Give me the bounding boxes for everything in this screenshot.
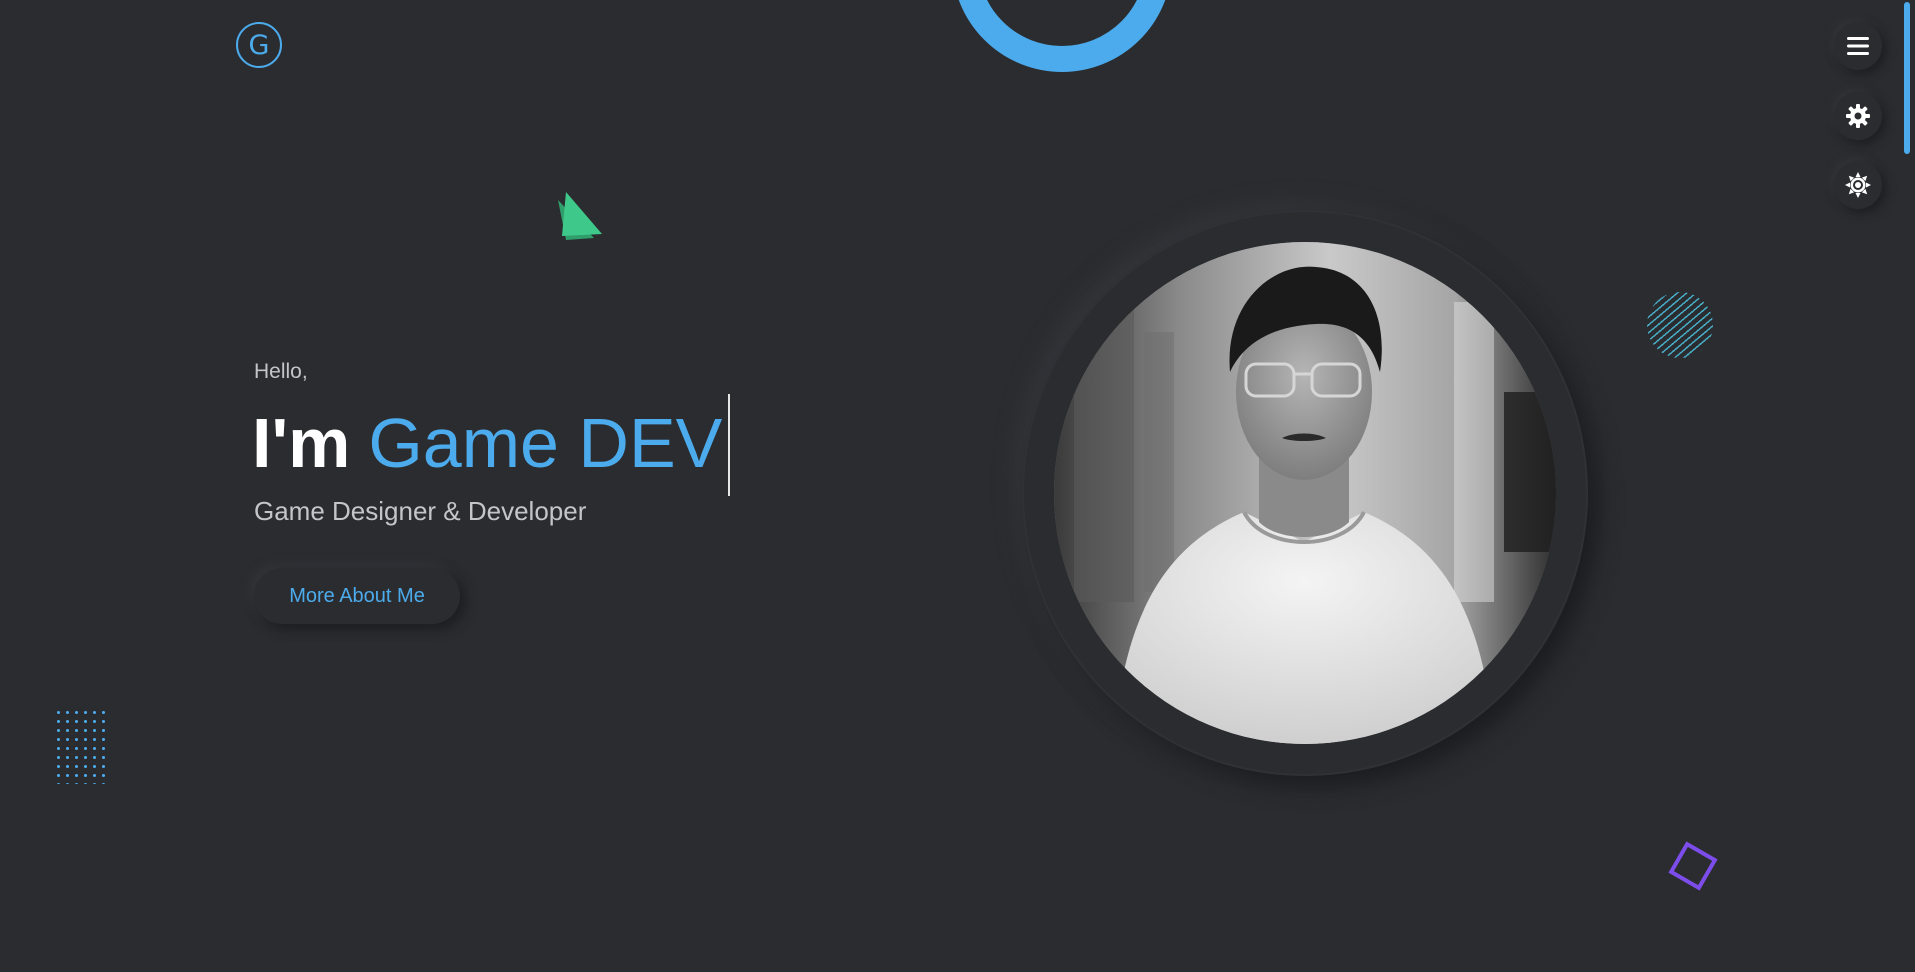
- scrollbar[interactable]: [1902, 0, 1912, 200]
- striped-circle-decoration: [1647, 292, 1713, 358]
- profile-photo: [1054, 242, 1556, 744]
- more-about-me-button[interactable]: More About Me: [254, 568, 460, 624]
- scrollbar-thumb[interactable]: [1904, 2, 1910, 154]
- headline: I'm Game DEV: [252, 393, 731, 496]
- theme-toggle-button[interactable]: [1834, 161, 1882, 209]
- logo-letter: G: [248, 29, 270, 61]
- profile-photo-image: [1054, 242, 1556, 744]
- subtitle: Game Designer & Developer: [254, 496, 587, 526]
- dots-decoration: [54, 708, 110, 784]
- menu-icon: [1847, 37, 1869, 55]
- settings-button[interactable]: [1834, 92, 1882, 140]
- menu-button[interactable]: [1834, 22, 1882, 70]
- greeting-text: Hello,: [254, 360, 308, 383]
- headline-role: Game DEV: [368, 404, 723, 482]
- square-decoration: [1668, 841, 1718, 891]
- triangle-decoration: [558, 192, 602, 240]
- profile-photo-frame: [1022, 210, 1588, 776]
- headline-intro: I'm: [252, 404, 351, 482]
- sun-icon: [1845, 172, 1871, 198]
- ring-decoration: [952, 0, 1172, 72]
- page: G Hello, I'm Game DEV Game Designer & De…: [0, 0, 1915, 972]
- logo[interactable]: G: [236, 22, 282, 68]
- more-about-me-label: More About Me: [289, 584, 425, 607]
- typing-caret: [728, 393, 731, 496]
- gear-icon: [1846, 104, 1870, 128]
